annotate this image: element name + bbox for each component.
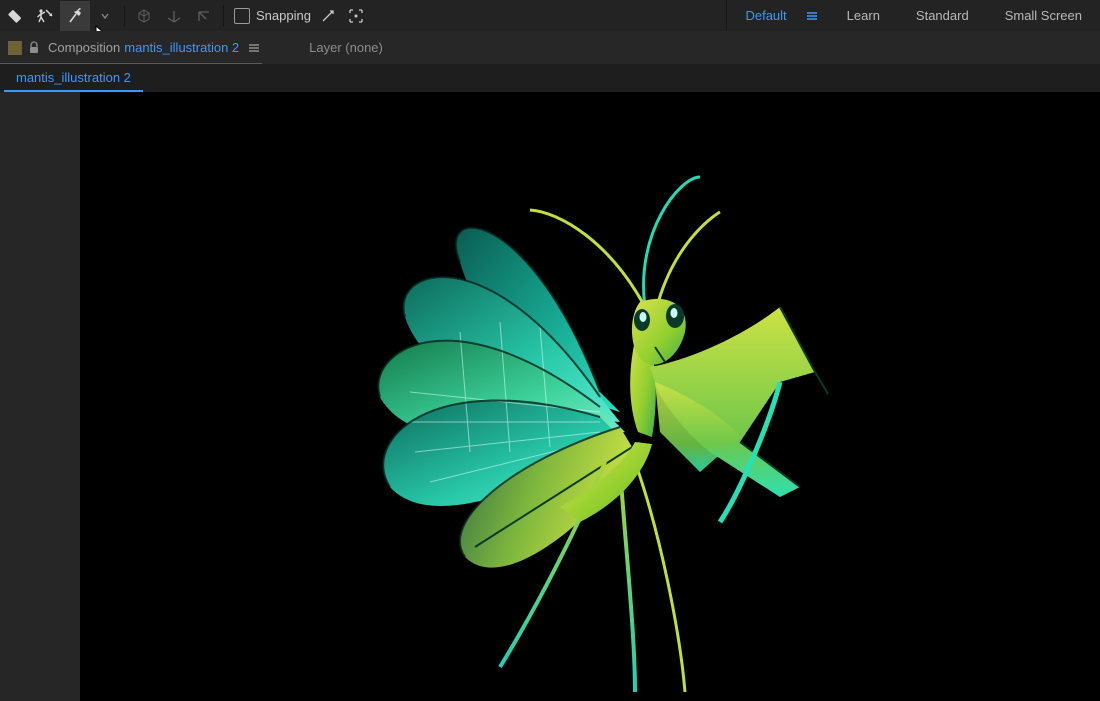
world-axis-button[interactable] (159, 1, 189, 31)
composition-panel-header: Composition mantis_illustration 2 Layer … (0, 31, 1100, 65)
workspace-small-screen-label: Small Screen (1005, 8, 1082, 23)
menu-icon (247, 41, 261, 55)
composition-name-link[interactable]: mantis_illustration 2 (124, 40, 239, 55)
menu-icon (805, 9, 819, 23)
axis-3d-icon (165, 7, 183, 25)
workspace-menu-button[interactable] (805, 0, 829, 31)
eraser-icon (6, 7, 24, 25)
composition-canvas[interactable] (80, 92, 1100, 701)
composition-label: Composition (48, 40, 120, 55)
workspace-standard[interactable]: Standard (898, 0, 987, 31)
mantis-illustration (80, 92, 1100, 701)
left-gutter (0, 92, 80, 701)
lock-icon[interactable] (28, 41, 40, 55)
workspace-default[interactable]: Default (727, 0, 804, 33)
workspace-standard-label: Standard (916, 8, 969, 23)
panel-menu-button[interactable] (247, 41, 261, 55)
workspace-small-screen[interactable]: Small Screen (987, 0, 1100, 31)
toolbar-separator-2 (223, 5, 224, 27)
composition-tab-row: mantis_illustration 2 (0, 64, 1100, 92)
local-axis-button[interactable] (129, 1, 159, 31)
workspace-learn-label: Learn (847, 8, 880, 23)
snapping-group: Snapping (234, 1, 367, 31)
snap-inside-icon (348, 8, 364, 24)
chevron-down-icon (100, 7, 110, 25)
snap-edges-button[interactable] (317, 1, 339, 31)
tab-label: mantis_illustration 2 (16, 70, 131, 85)
toolbar-separator-1 (124, 5, 125, 27)
view-axis-button[interactable] (189, 1, 219, 31)
main-area (0, 92, 1100, 701)
workspace-learn[interactable]: Learn (829, 0, 898, 31)
axis-cube-icon (135, 7, 153, 25)
snapping-label: Snapping (256, 8, 311, 23)
eraser-tool-button[interactable] (0, 1, 30, 31)
pin-hammer-icon (66, 7, 84, 25)
snapping-checkbox[interactable] (234, 8, 250, 24)
puppet-overlap-tool-button[interactable] (60, 1, 90, 31)
tab-mantis-illustration-2[interactable]: mantis_illustration 2 (4, 64, 143, 92)
puppet-pin-icon (36, 7, 54, 25)
snap-edges-icon (320, 8, 336, 24)
top-toolbar: Snapping Default Learn Standard (0, 0, 1100, 32)
composition-color-chip (8, 41, 22, 55)
snap-inside-button[interactable] (345, 1, 367, 31)
workspace-default-label: Default (745, 8, 786, 23)
axis-view-icon (195, 7, 213, 25)
puppet-pin-tool-button[interactable] (30, 1, 60, 31)
tool-dropdown-button[interactable] (90, 1, 120, 31)
workspace-switcher: Default Learn Standard Small Screen (726, 0, 1100, 31)
layer-indicator[interactable]: Layer (none) (309, 40, 383, 55)
